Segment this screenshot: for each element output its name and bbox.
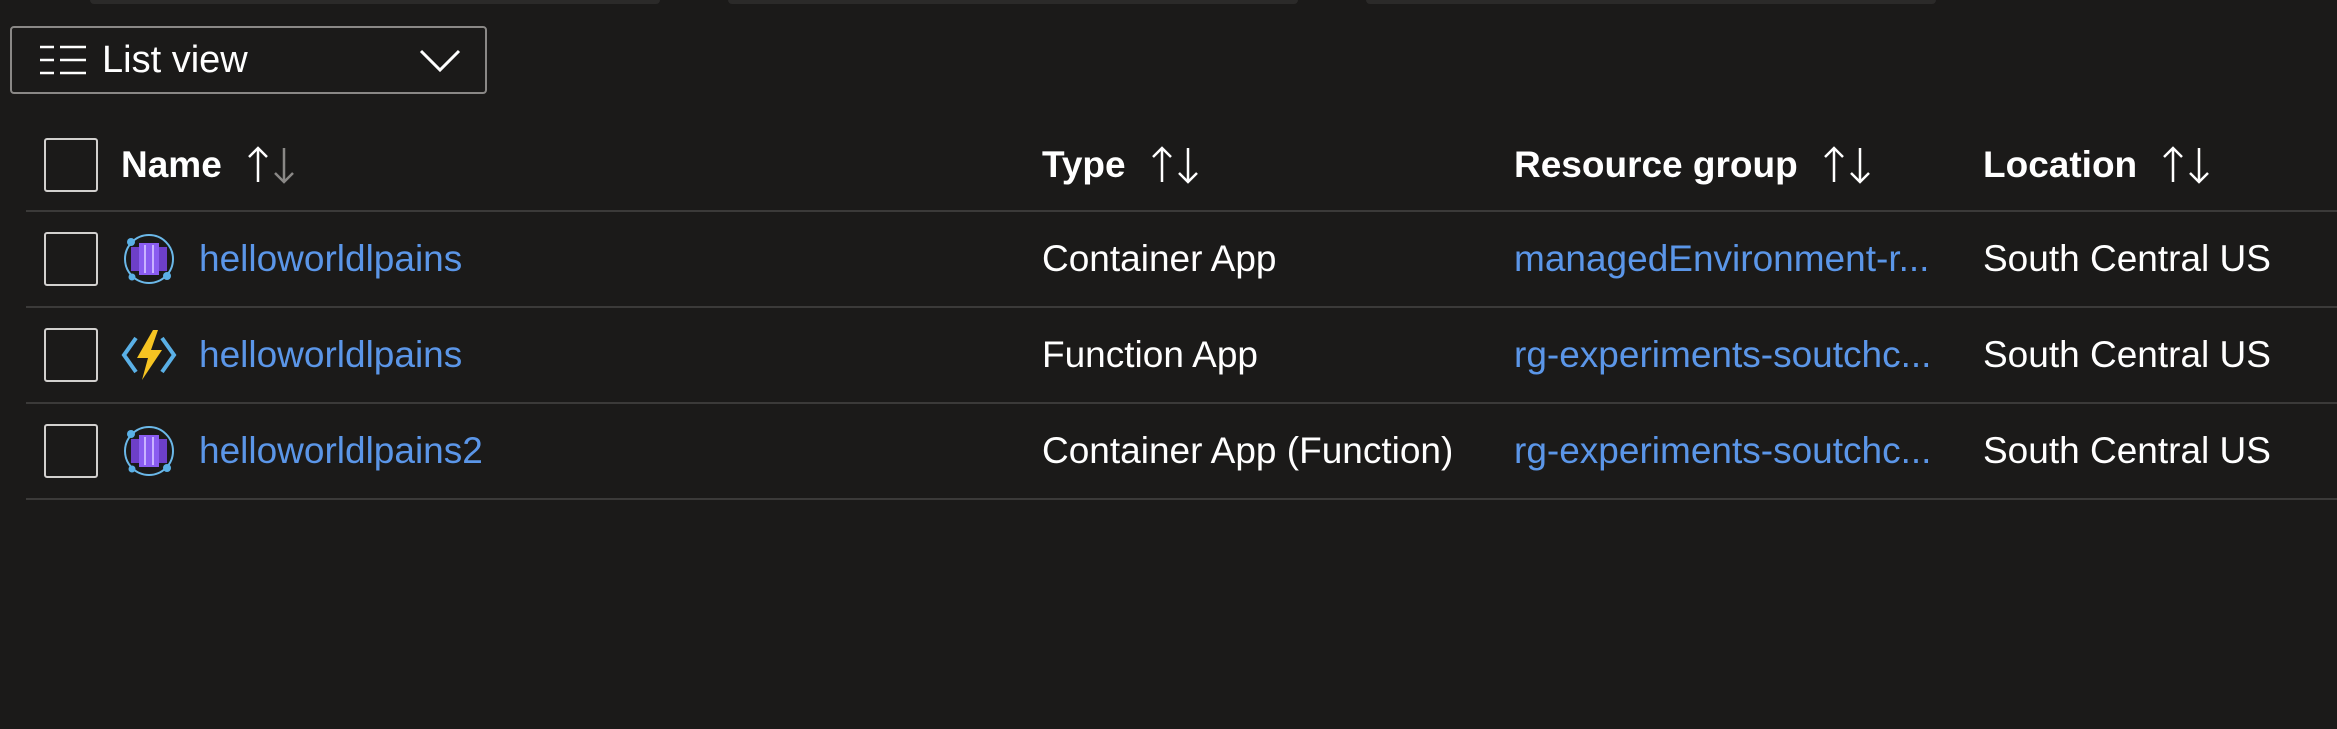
column-header-name[interactable]: Name (121, 144, 300, 186)
row-checkbox[interactable] (44, 424, 98, 478)
column-header-resource-group-label: Resource group (1514, 144, 1798, 185)
top-toolbar-edge (0, 0, 2337, 6)
column-header-name-label: Name (121, 144, 222, 185)
resource-type: Container App (Function) (1042, 430, 1454, 471)
resource-name-link[interactable]: helloworldlpains2 (199, 430, 483, 472)
sort-icon[interactable] (244, 144, 300, 186)
column-header-type-label: Type (1042, 144, 1126, 185)
table-row[interactable]: helloworldlpains2 Container App (Functio… (26, 404, 2337, 500)
resource-group-link[interactable]: rg-experiments-soutchc... (1514, 430, 1952, 472)
container-app-icon (124, 234, 174, 284)
list-view-icon (40, 45, 86, 75)
row-checkbox[interactable] (44, 232, 98, 286)
table-header-row: Name Type Resource group Location (26, 120, 2337, 212)
column-header-location[interactable]: Location (1983, 144, 2215, 186)
resource-name-link[interactable]: helloworldlpains (199, 238, 462, 280)
resource-type: Function App (1042, 334, 1258, 375)
resource-location: South Central US (1983, 430, 2271, 471)
sort-icon[interactable] (1148, 144, 1204, 186)
container-app-icon (124, 426, 174, 476)
table-row[interactable]: helloworldlpains Function App rg-experim… (26, 308, 2337, 404)
resource-location: South Central US (1983, 238, 2271, 279)
function-app-icon (121, 330, 177, 380)
sort-icon[interactable] (1820, 144, 1876, 186)
row-checkbox[interactable] (44, 328, 98, 382)
view-selector-dropdown[interactable]: List view (10, 26, 487, 94)
table-row[interactable]: helloworldlpains Container App managedEn… (26, 212, 2337, 308)
column-header-type[interactable]: Type (1042, 144, 1204, 186)
select-all-checkbox[interactable] (44, 138, 98, 192)
chevron-down-icon (419, 49, 461, 73)
view-selector-label: List view (102, 38, 248, 81)
resource-location: South Central US (1983, 334, 2271, 375)
resource-type: Container App (1042, 238, 1277, 279)
resource-name-link[interactable]: helloworldlpains (199, 334, 462, 376)
resource-group-link[interactable]: rg-experiments-soutchc... (1514, 334, 1952, 376)
resource-group-link[interactable]: managedEnvironment-r... (1514, 238, 1952, 280)
resource-table: Name Type Resource group Location hellow… (26, 120, 2337, 500)
column-header-location-label: Location (1983, 144, 2138, 185)
sort-icon[interactable] (2159, 144, 2215, 186)
column-header-resource-group[interactable]: Resource group (1514, 144, 1876, 186)
